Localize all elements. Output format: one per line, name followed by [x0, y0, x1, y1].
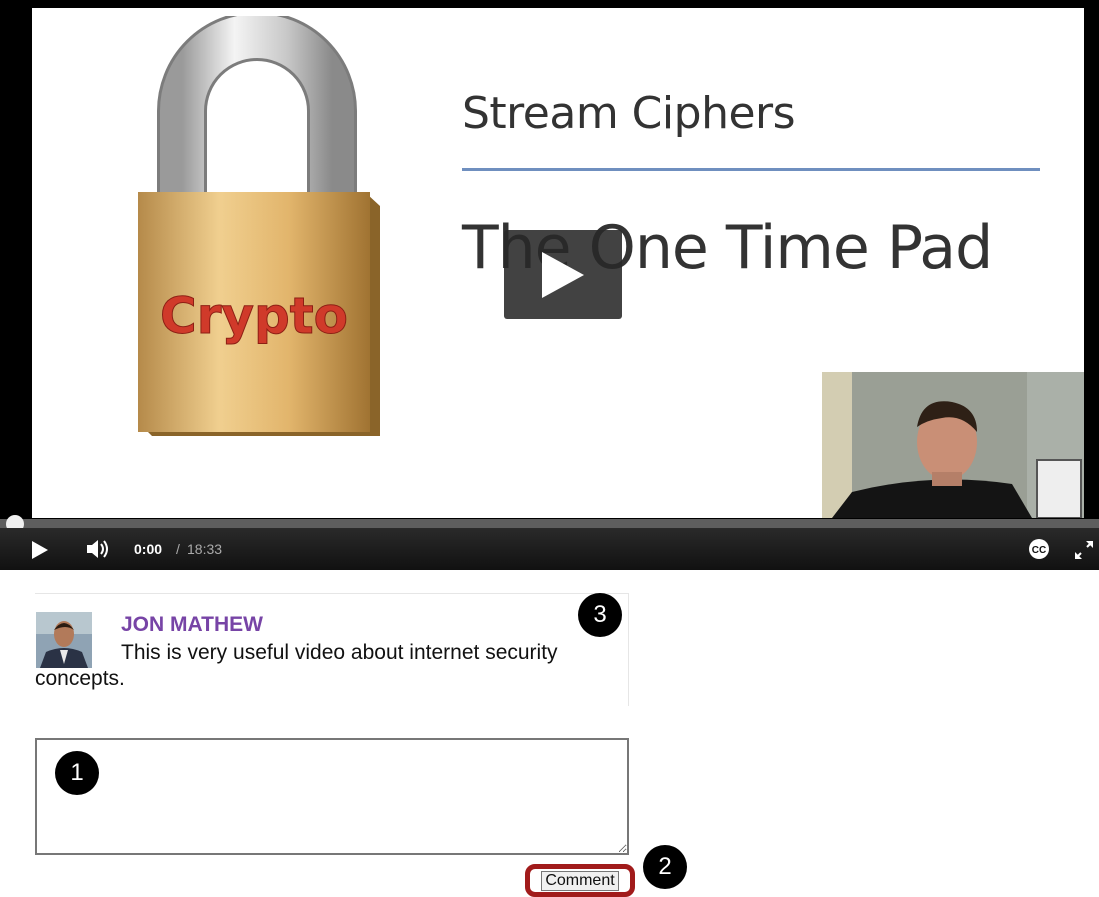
comment-text: This is very useful video about internet… [35, 641, 558, 690]
current-time: 0:00 [134, 541, 163, 557]
cc-label: CC [1032, 545, 1046, 556]
comment-submit-button[interactable]: Comment [525, 864, 635, 897]
comment-button-label: Comment [541, 870, 619, 891]
video-control-bar: 0:00 / 18:33 CC [0, 528, 1099, 570]
callout-marker-3: 3 [578, 593, 622, 637]
callout-marker-2: 2 [643, 845, 687, 889]
padlock-image: Crypto [138, 16, 380, 436]
time-separator: / [176, 541, 180, 557]
play-icon [32, 541, 48, 559]
lock-label: Crypto [160, 287, 348, 345]
speaker-icon [87, 540, 108, 558]
comment: JON MATHEW This is very useful video abo… [35, 593, 629, 706]
progress-bar[interactable] [0, 519, 1099, 528]
comment-textarea[interactable] [35, 738, 629, 855]
play-button[interactable] [28, 538, 52, 562]
volume-button[interactable] [84, 536, 112, 562]
fullscreen-icon [1075, 541, 1093, 559]
presenter-webcam [822, 372, 1084, 518]
comment-author-link[interactable]: JON MATHEW [121, 613, 263, 637]
closed-captions-icon: CC [1029, 539, 1049, 559]
slide-title: Stream Ciphers [462, 88, 796, 139]
video-player[interactable]: Crypto Stream Ciphers The One Time Pad 0… [0, 0, 1099, 570]
total-duration: 18:33 [187, 541, 223, 557]
play-overlay-button[interactable] [504, 230, 622, 319]
slide-divider [462, 168, 1040, 171]
play-icon [542, 251, 584, 298]
captions-button[interactable]: CC [1028, 538, 1050, 560]
fullscreen-button[interactable] [1072, 538, 1096, 562]
callout-marker-1: 1 [55, 751, 99, 795]
